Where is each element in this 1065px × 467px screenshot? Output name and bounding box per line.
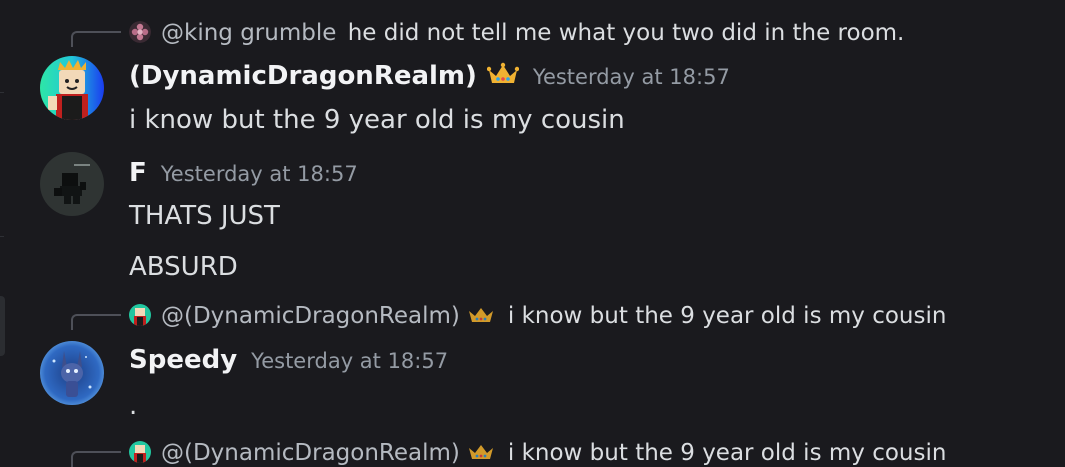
roblox-avatar-icon[interactable] [129,441,151,463]
gutter-divider [0,92,4,93]
reply-spine [71,314,121,330]
message-timestamp[interactable]: Yesterday at 18:57 [251,349,448,373]
message-content: THATS JUST [129,201,280,231]
left-gutter [0,0,16,467]
reply-preview[interactable]: @(DynamicDragonRealm) i know but the 9 ye… [161,440,946,466]
reply-reference[interactable]: @(DynamicDragonRealm) i know but the 9 ye… [0,302,1000,330]
message-timestamp[interactable]: Yesterday at 18:57 [161,162,358,186]
message-timestamp[interactable]: Yesterday at 18:57 [533,65,730,89]
reply-preview[interactable]: @(DynamicDragonRealm) i know but the 9 ye… [161,303,946,329]
reply-reference[interactable]: @(DynamicDragonRealm) i know but the 9 ye… [0,439,1000,467]
reply-snippet: i know but the 9 year old is my cousin [507,440,947,466]
dark-figure-avatar-icon[interactable] [40,152,104,216]
crown-icon [468,304,494,322]
roblox-avatar-icon[interactable] [129,304,151,326]
flower-avatar-icon[interactable] [129,21,151,43]
reply-preview[interactable]: @king grumble he did not tell me what yo… [161,20,904,46]
blue-animatronic-avatar-icon[interactable] [40,341,104,405]
reply-mention[interactable]: @(DynamicDragonRealm) [161,303,460,329]
crown-icon [468,441,494,459]
chat-message-list: @king grumble he did not tell me what yo… [0,0,1065,467]
username[interactable]: (DynamicDragonRealm) [129,61,477,91]
crown-icon [486,62,520,86]
message-content: ABSURD [129,252,238,282]
username[interactable]: Speedy [129,345,237,375]
message-content: i know but the 9 year old is my cousin [129,105,625,135]
message-header: (DynamicDragonRealm) Yesterday at 18:57 [129,61,730,95]
roblox-avatar-icon[interactable] [40,56,104,120]
reply-spine [71,31,121,47]
reply-reference[interactable]: @king grumble he did not tell me what yo… [0,19,1000,47]
message-header: Speedy Yesterday at 18:57 [129,345,448,379]
reply-mention[interactable]: @(DynamicDragonRealm) [161,440,460,466]
reply-mention[interactable]: @king grumble [161,20,336,46]
username[interactable]: F [129,158,147,188]
gutter-divider [0,236,4,237]
message-header: F Yesterday at 18:57 [129,158,358,192]
reply-snippet: i know but the 9 year old is my cousin [507,303,947,329]
message-content: . [129,391,138,421]
reply-spine [71,451,121,467]
reply-snippet: he did not tell me what you two did in t… [347,20,905,46]
